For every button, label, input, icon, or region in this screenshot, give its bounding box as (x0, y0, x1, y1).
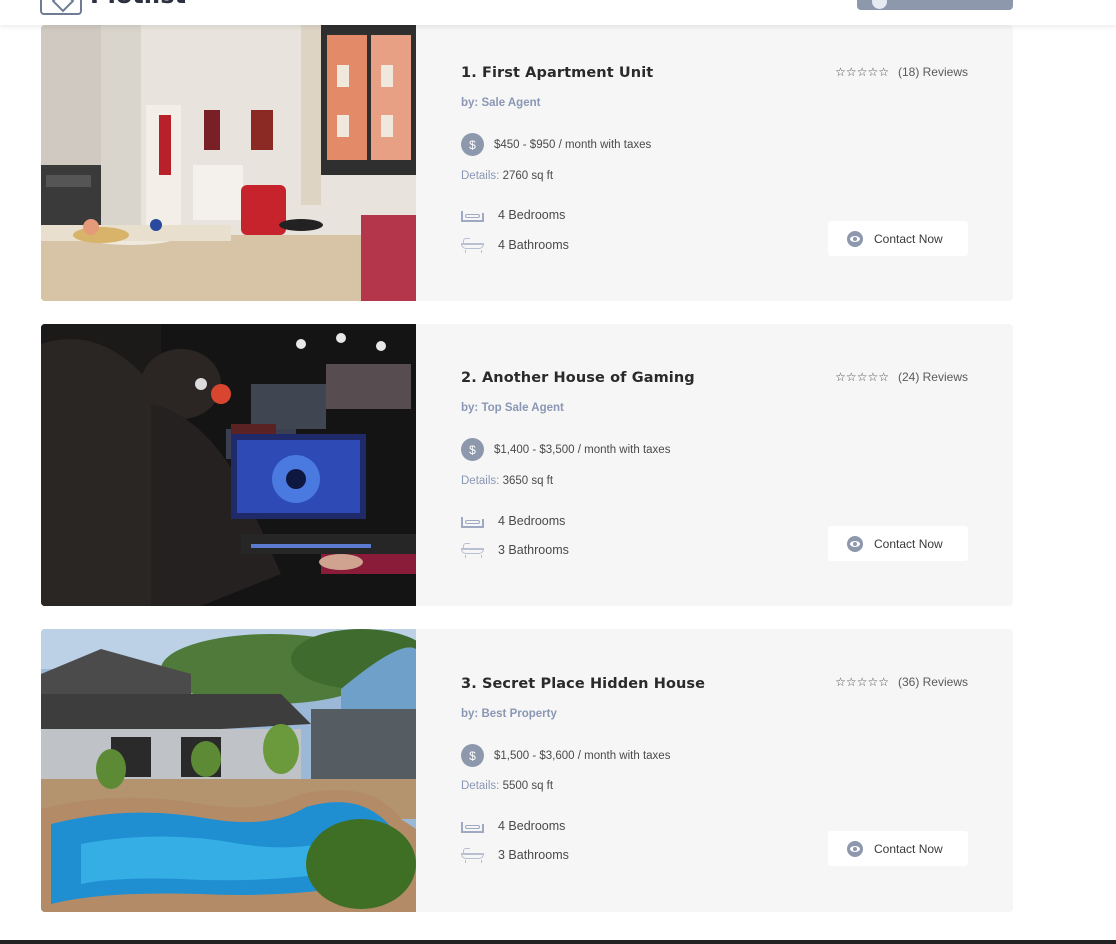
agent-link[interactable]: Sale Agent (481, 97, 540, 109)
bed-icon (461, 208, 484, 222)
rating: ☆☆☆☆☆ (18) Reviews (835, 65, 968, 79)
rating: ☆☆☆☆☆ (36) Reviews (835, 675, 968, 689)
listing-details: Details: 3650 sq ft (461, 475, 554, 487)
bathtub-icon (461, 543, 484, 558)
listing-details: Details: 5500 sq ft (461, 780, 554, 792)
star-rating-icons: ☆☆☆☆☆ (835, 370, 889, 384)
listing-price: $ $1,400 - $3,500 / month with taxes (461, 438, 670, 461)
review-count: (36) Reviews (897, 675, 968, 689)
listing-agent: by: Top Sale Agent (461, 402, 564, 414)
star-rating-icons: ☆☆☆☆☆ (835, 675, 889, 689)
rating: ☆☆☆☆☆ (24) Reviews (835, 370, 968, 384)
listing-photo[interactable] (41, 629, 416, 912)
user-icon (872, 0, 887, 9)
agent-link[interactable]: Top Sale Agent (481, 402, 563, 414)
pool-house-photo (41, 629, 416, 912)
listing-title[interactable]: 3. Secret Place Hidden House (461, 676, 705, 692)
star-rating-icons: ☆☆☆☆☆ (835, 65, 889, 79)
footer-divider (0, 940, 1116, 944)
agent-link[interactable]: Best Property (481, 708, 556, 720)
bathrooms: 4 Bathrooms (461, 238, 569, 253)
contact-now-button[interactable]: Contact Now (828, 221, 968, 256)
logo[interactable]: Plotlist (40, 0, 186, 15)
review-count: (18) Reviews (897, 65, 968, 79)
contact-now-button[interactable]: Contact Now (828, 831, 968, 866)
bathtub-icon (461, 238, 484, 253)
apartment-photo (41, 25, 416, 301)
eye-icon (847, 840, 863, 857)
logo-icon (40, 0, 82, 15)
listing-photo[interactable] (41, 25, 416, 301)
bed-icon (461, 819, 484, 833)
gaming-photo (41, 324, 416, 606)
eye-icon (847, 230, 863, 247)
bedrooms: 4 Bedrooms (461, 819, 565, 833)
listing-agent: by: Best Property (461, 708, 557, 720)
bedrooms: 4 Bedrooms (461, 208, 565, 222)
bathrooms: 3 Bathrooms (461, 543, 569, 558)
bathtub-icon (461, 848, 484, 863)
listing-agent: by: Sale Agent (461, 97, 541, 109)
bathrooms: 3 Bathrooms (461, 848, 569, 863)
site-header: Plotlist (0, 0, 1116, 25)
contact-now-button[interactable]: Contact Now (828, 526, 968, 561)
bed-icon (461, 514, 484, 528)
header-action-button[interactable] (857, 0, 1013, 10)
coin-icon: $ (461, 133, 484, 156)
listing-price: $ $450 - $950 / month with taxes (461, 133, 651, 156)
bedrooms: 4 Bedrooms (461, 514, 565, 528)
listing-card: 2. Another House of Gaming ☆☆☆☆☆ (24) Re… (41, 324, 1013, 606)
listing-card: 3. Secret Place Hidden House ☆☆☆☆☆ (36) … (41, 629, 1013, 912)
listing-price: $ $1,500 - $3,600 / month with taxes (461, 744, 670, 767)
listing-photo[interactable] (41, 324, 416, 606)
review-count: (24) Reviews (897, 370, 968, 384)
listing-details: Details: 2760 sq ft (461, 170, 554, 182)
listing-title[interactable]: 2. Another House of Gaming (461, 370, 695, 386)
logo-text: Plotlist (90, 0, 186, 9)
coin-icon: $ (461, 438, 484, 461)
listing-title[interactable]: 1. First Apartment Unit (461, 65, 653, 81)
listing-card: 1. First Apartment Unit ☆☆☆☆☆ (18) Revie… (41, 25, 1013, 301)
eye-icon (847, 535, 863, 552)
coin-icon: $ (461, 744, 484, 767)
